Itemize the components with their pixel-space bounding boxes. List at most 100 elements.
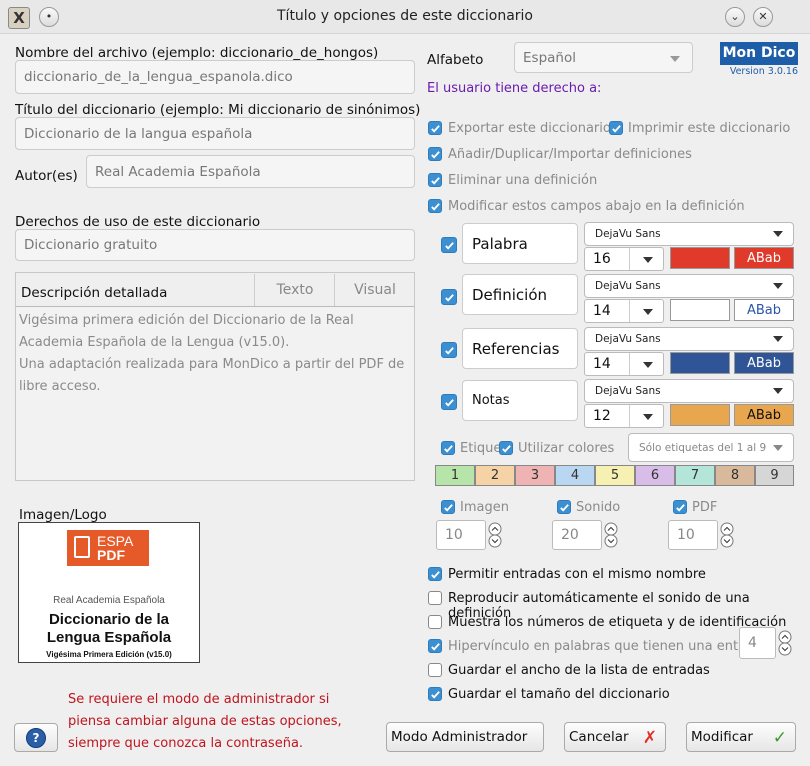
add-checkbox[interactable]: [428, 147, 442, 161]
field-referencias-checkbox[interactable]: [441, 342, 457, 358]
chevron-down-icon: [643, 414, 653, 420]
field-referencias-color-swatch[interactable]: [670, 352, 730, 374]
field-definicion-sample[interactable]: ABab: [734, 299, 794, 321]
font-name: DejaVu Sans: [595, 280, 661, 292]
tag-7[interactable]: 7: [675, 465, 715, 486]
field-notas-checkbox[interactable]: [441, 394, 457, 410]
field-palabra-color-swatch[interactable]: [670, 247, 730, 269]
cancel-x-icon: ✗: [642, 728, 657, 748]
modify-button[interactable]: Modificar ✓: [686, 722, 796, 752]
tag-8[interactable]: 8: [715, 465, 755, 486]
title-field[interactable]: Diccionario de la langua española: [15, 117, 415, 150]
save-size-checkbox[interactable]: [428, 687, 442, 701]
field-palabra-sample[interactable]: ABab: [734, 247, 794, 269]
sound-size-input[interactable]: 20: [552, 520, 602, 550]
delete-label: Eliminar una definición: [448, 173, 598, 188]
print-checkbox[interactable]: [609, 121, 623, 135]
tag-1[interactable]: 1: [435, 465, 475, 486]
field-definicion-color-swatch[interactable]: [670, 299, 730, 321]
field-definicion-checkbox[interactable]: [441, 289, 457, 305]
image-media-label: Imagen: [460, 500, 509, 515]
divider: [629, 405, 630, 427]
divider: [629, 300, 630, 322]
help-icon: ?: [26, 727, 46, 748]
minimize-icon[interactable]: ⌄: [725, 7, 745, 27]
rights-label: Derechos de uso de este diccionario: [15, 214, 261, 230]
export-checkbox[interactable]: [428, 121, 442, 135]
field-palabra-name[interactable]: Palabra: [462, 223, 578, 264]
tab-texto[interactable]: Texto: [254, 274, 335, 306]
tags-checkbox[interactable]: [441, 441, 455, 455]
description-label: Descripción detallada: [21, 285, 168, 301]
autoplay-checkbox[interactable]: [428, 591, 442, 605]
show-numbers-checkbox[interactable]: [428, 615, 442, 629]
field-palabra-font-select[interactable]: DejaVu Sans: [584, 222, 794, 246]
save-size-label: Guardar el tamaño del diccionario: [448, 687, 670, 702]
rights-field[interactable]: Diccionario gratuito: [15, 229, 415, 261]
image-size-input[interactable]: 10: [436, 520, 486, 550]
field-palabra-size-select[interactable]: 16: [584, 247, 664, 271]
tag-4[interactable]: 4: [555, 465, 595, 486]
alphabet-value: Español: [523, 49, 576, 66]
admin-mode-button[interactable]: Modo Administrador: [386, 722, 544, 752]
tab-visual[interactable]: Visual: [334, 274, 415, 306]
description-text[interactable]: Vigésima primera edición del Diccionario…: [19, 310, 409, 398]
filename-field[interactable]: diccionario_de_la_lengua_espanola.dico: [15, 60, 415, 94]
tag-6[interactable]: 6: [635, 465, 675, 486]
alphabet-select[interactable]: Español: [514, 42, 693, 73]
modify-label: Modificar: [691, 729, 753, 745]
field-notas-name[interactable]: Notas: [462, 380, 578, 421]
size-value: 16: [593, 251, 611, 267]
help-button[interactable]: ?: [14, 723, 58, 752]
image-label: Imagen/Logo: [19, 507, 107, 523]
field-notas-size-select[interactable]: 12: [584, 404, 664, 428]
size-value: 14: [593, 303, 611, 319]
tags-range-select[interactable]: Sólo etiquetas del 1 al 9: [628, 433, 794, 462]
field-referencias-name[interactable]: Referencias: [462, 328, 578, 369]
field-referencias-size-select[interactable]: 14: [584, 352, 664, 376]
tags-label: Etique: [460, 441, 502, 456]
hyperlink-checkbox[interactable]: [428, 639, 442, 653]
field-referencias-sample[interactable]: ABab: [734, 352, 794, 374]
tag-3[interactable]: 3: [515, 465, 555, 486]
pdf-icon: [74, 536, 90, 558]
sound-checkbox[interactable]: [557, 500, 571, 514]
author-field[interactable]: Real Academia Española: [86, 155, 415, 188]
image-size-spinner[interactable]: [488, 522, 502, 548]
field-definicion-font-select[interactable]: DejaVu Sans: [584, 274, 794, 298]
pdf-size-input[interactable]: 10: [668, 520, 718, 550]
field-definicion-size-select[interactable]: 14: [584, 299, 664, 323]
image-checkbox[interactable]: [441, 500, 455, 514]
field-notas-font-select[interactable]: DejaVu Sans: [584, 379, 794, 403]
save-width-checkbox[interactable]: [428, 663, 442, 677]
logo-line1: Diccionario de la: [48, 611, 170, 628]
use-colors-checkbox[interactable]: [499, 441, 513, 455]
hyperlink-spinner[interactable]: [778, 630, 792, 656]
chevron-down-icon: [773, 231, 783, 237]
hyperlink-label: Hipervínculo en palabras que tienen una …: [448, 639, 768, 654]
sound-size-spinner[interactable]: [604, 522, 618, 548]
field-notas-color-swatch[interactable]: [670, 404, 730, 426]
field-palabra-checkbox[interactable]: [441, 237, 457, 253]
chevron-down-icon: [670, 56, 680, 62]
pdf-checkbox[interactable]: [673, 500, 687, 514]
field-notas-sample[interactable]: ABab: [734, 404, 794, 426]
same-name-checkbox[interactable]: [428, 567, 442, 581]
field-referencias-font-select[interactable]: DejaVu Sans: [584, 327, 794, 351]
delete-checkbox[interactable]: [428, 173, 442, 187]
save-width-label: Guardar el ancho de la lista de entradas: [448, 663, 710, 678]
cancel-button[interactable]: Cancelar ✗: [564, 722, 666, 752]
modify-fields-checkbox[interactable]: [428, 199, 442, 213]
title-label: Título del diccionario (ejemplo: Mi dicc…: [15, 102, 421, 118]
field-definicion-name[interactable]: Definición: [462, 274, 578, 315]
close-icon[interactable]: ✕: [753, 7, 773, 27]
tag-2[interactable]: 2: [475, 465, 515, 486]
chevron-down-icon: [643, 362, 653, 368]
logo-image[interactable]: ESPA PDF Real Academia Española Dicciona…: [18, 522, 200, 663]
font-name: DejaVu Sans: [595, 228, 661, 240]
hyperlink-input[interactable]: 4: [739, 627, 776, 659]
size-value: 14: [593, 356, 611, 372]
tag-9[interactable]: 9: [755, 465, 794, 486]
tag-5[interactable]: 5: [595, 465, 635, 486]
pdf-size-spinner[interactable]: [720, 522, 734, 548]
